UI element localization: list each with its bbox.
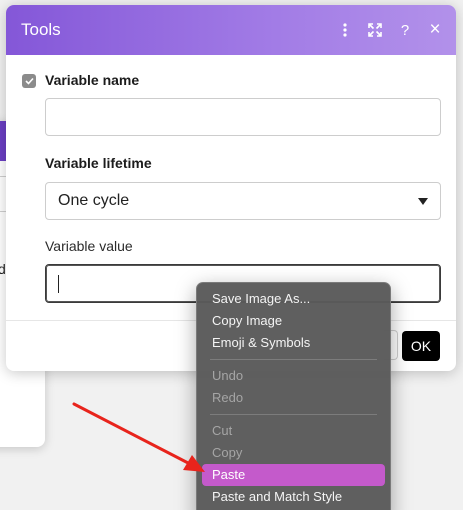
help-icon[interactable]: ?: [392, 17, 418, 43]
ok-button[interactable]: OK: [402, 331, 440, 361]
menu-item-redo: Redo: [212, 390, 244, 405]
expand-icon[interactable]: [362, 17, 388, 43]
menu-item-paste[interactable]: Paste: [202, 464, 385, 486]
variable-lifetime-value: One cycle: [58, 192, 130, 209]
menu-item-emoji-symbols[interactable]: Emoji & Symbols: [202, 332, 385, 354]
variable-name-checkbox[interactable]: [22, 74, 36, 88]
variable-name-input[interactable]: [45, 98, 441, 136]
dropdown-arrow-icon: [418, 198, 428, 205]
menu-separator: [210, 414, 377, 415]
variable-name-label: Variable name: [45, 72, 140, 88]
menu-item-undo: Undo: [212, 368, 244, 383]
menu-item-copy-image[interactable]: Copy Image: [202, 310, 385, 332]
dialog-title: Tools: [21, 20, 61, 39]
close-icon[interactable]: ×: [422, 17, 448, 43]
menu-separator: [210, 359, 377, 360]
context-menu: Save Image As... Copy Image Emoji & Symb…: [196, 282, 391, 510]
menu-item-copy: Copy: [212, 445, 243, 460]
variable-lifetime-label: Variable lifetime: [45, 155, 152, 171]
background-dialog-text: d: [0, 261, 6, 277]
more-vertical-icon[interactable]: [332, 17, 358, 43]
variable-value-label: Variable value: [45, 238, 133, 254]
menu-item-cut: Cut: [212, 423, 233, 438]
header-icons: ? ×: [332, 17, 456, 43]
menu-item-save-image-as[interactable]: Save Image As...: [202, 288, 385, 310]
menu-item-paste-and-match-style[interactable]: Paste and Match Style: [202, 486, 385, 508]
text-caret: [58, 275, 59, 293]
dialog-header: Tools ? ×: [6, 5, 456, 55]
variable-lifetime-select[interactable]: One cycle: [45, 182, 441, 220]
